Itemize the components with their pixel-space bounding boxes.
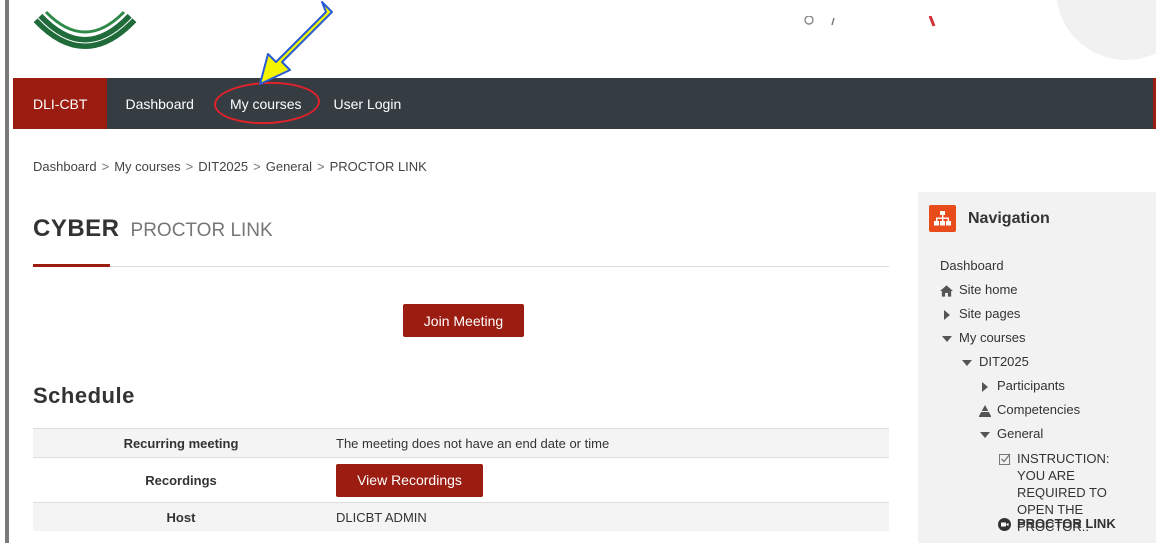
title-accent-bar: [33, 264, 110, 267]
caret-down-icon: [960, 356, 973, 369]
nav-tree-site-pages[interactable]: Site pages: [940, 306, 1020, 321]
schedule-heading: Schedule: [33, 383, 135, 408]
breadcrumb-dashboard[interactable]: Dashboard: [33, 159, 97, 174]
nav-tree-proctor-link[interactable]: PROCTOR LINK: [998, 516, 1116, 531]
caret-right-icon: [978, 380, 991, 393]
navigation-title: Navigation: [968, 209, 1050, 227]
row-label: Host: [166, 509, 196, 525]
nav-tree-label: Participants: [997, 378, 1065, 393]
sitemap-icon: [929, 205, 956, 232]
page-title: CYBER: [33, 215, 120, 242]
breadcrumb: Dashboard > My courses > DIT2025 > Gener…: [33, 159, 427, 174]
title-divider: [33, 266, 889, 267]
breadcrumb-separator-icon: >: [316, 159, 325, 174]
breadcrumb-course[interactable]: DIT2025: [198, 159, 248, 174]
nav-my-courses[interactable]: My courses: [216, 78, 316, 129]
breadcrumb-section[interactable]: General: [266, 159, 312, 174]
view-recordings-button[interactable]: View Recordings: [336, 463, 483, 497]
nav-tree-label: My courses: [959, 330, 1026, 345]
join-meeting-button[interactable]: Join Meeting: [403, 304, 524, 337]
nav-tree-my-courses[interactable]: My courses: [940, 330, 1025, 345]
caret-down-icon: [978, 428, 991, 441]
caret-right-icon: [940, 308, 953, 321]
page-subtitle: PROCTOR LINK: [130, 220, 273, 241]
schedule-table: Recurring meeting The meeting does not h…: [33, 428, 889, 531]
page-header: CYBER PROCTOR LINK: [33, 215, 273, 243]
nav-tree-general[interactable]: General: [978, 426, 1043, 441]
row-label: Recurring meeting: [123, 435, 239, 451]
nav-tree-label: General: [997, 426, 1044, 441]
breadcrumb-current: PROCTOR LINK: [329, 159, 427, 174]
caret-down-icon: [940, 332, 953, 345]
nav-tree-label: Site pages: [959, 306, 1021, 321]
video-icon: [998, 518, 1011, 531]
nav-tree-label: Competencies: [997, 402, 1081, 417]
breadcrumb-separator-icon: >: [101, 159, 110, 174]
table-row: Recurring meeting The meeting does not h…: [33, 428, 889, 458]
table-row: Host DLICBT ADMIN: [33, 502, 889, 531]
checkbox-icon: [998, 452, 1011, 465]
nav-tree-course[interactable]: DIT2025: [960, 354, 1029, 369]
table-row: Recordings View Recordings: [33, 457, 889, 503]
row-value: The meeting does not have an end date or…: [336, 435, 610, 451]
user-avatar[interactable]: [1056, 0, 1156, 60]
nav-tree-label: DIT2025: [979, 354, 1029, 369]
navigation-block: Navigation Dashboard Site home Site page…: [918, 192, 1156, 543]
university-logo[interactable]: [30, 0, 140, 70]
nav-tree-label: PROCTOR LINK: [1017, 516, 1116, 531]
nav-tree-competencies[interactable]: Competencies: [978, 402, 1080, 417]
main-navbar: DLI-CBT Dashboard My courses User Login: [13, 78, 1156, 129]
breadcrumb-my-courses[interactable]: My courses: [114, 159, 180, 174]
nav-user-login[interactable]: User Login: [320, 78, 416, 129]
breadcrumb-separator-icon: >: [185, 159, 194, 174]
nav-tree-label: Site home: [959, 282, 1018, 297]
breadcrumb-separator-icon: >: [253, 159, 261, 174]
row-value: DLICBT ADMIN: [336, 509, 427, 525]
row-value: View Recordings: [329, 458, 889, 503]
home-icon: [940, 284, 953, 297]
brand-link[interactable]: DLI-CBT: [13, 78, 108, 129]
window-left-edge: [0, 0, 9, 543]
nav-tree-dashboard[interactable]: Dashboard: [940, 258, 1004, 273]
nav-tree-label: Dashboard: [940, 258, 1004, 273]
nav-dashboard[interactable]: Dashboard: [111, 78, 208, 129]
nav-tree-site-home[interactable]: Site home: [940, 282, 1018, 297]
row-label: Recordings: [145, 472, 217, 488]
header-decoration: [800, 15, 960, 30]
navigation-header: Navigation: [929, 205, 1050, 232]
nav-tree-participants[interactable]: Participants: [978, 378, 1065, 393]
competencies-icon: [978, 404, 991, 417]
